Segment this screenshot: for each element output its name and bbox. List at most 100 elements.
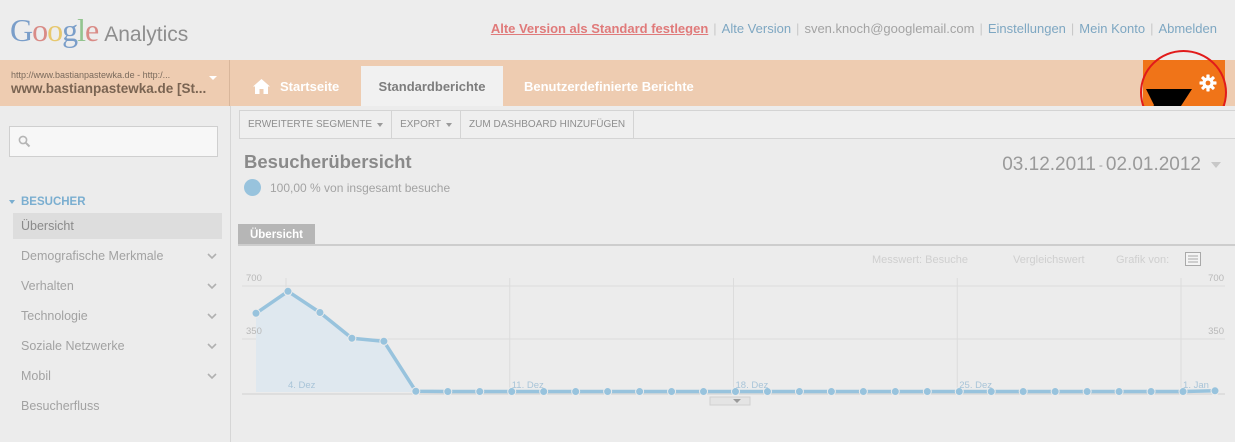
x-tick-label: 1. Jan <box>1183 380 1209 391</box>
logo-letter: G <box>10 12 33 48</box>
profile-dropdown-icon <box>209 76 217 80</box>
sidebar-item-technology[interactable]: Technologie <box>13 303 222 329</box>
logout-link[interactable]: Abmelden <box>1158 21 1217 36</box>
link-separator: | <box>713 21 717 36</box>
link-separator: | <box>1070 21 1075 36</box>
data-point <box>667 387 677 397</box>
profile-url: http://www.bastianpastewka.de - http:/..… <box>11 70 171 80</box>
y-tick-label-left: 700 <box>246 273 262 284</box>
sidebar-item-visitor-flow[interactable]: Besucherfluss <box>13 393 222 419</box>
sidebar-item-overview[interactable]: Übersicht <box>13 213 222 239</box>
dropdown-arrow-icon <box>446 122 453 127</box>
google-analytics-logo[interactable]: Google Analytics <box>10 12 188 48</box>
logo-letter: l <box>77 12 86 48</box>
data-point <box>347 333 357 343</box>
sidebar-item-label: Soziale Netzwerke <box>21 339 125 353</box>
link-separator: | <box>979 21 983 36</box>
tab-custom-reports[interactable]: Benutzerdefinierte Berichte <box>524 66 694 106</box>
chevron-down-icon <box>207 343 217 350</box>
data-point <box>858 387 868 397</box>
data-point <box>1050 387 1060 397</box>
logo-letter: e <box>85 12 99 48</box>
export-button[interactable]: EXPORT <box>392 111 462 138</box>
tab-home[interactable]: Startseite <box>252 66 339 106</box>
data-point <box>475 387 485 397</box>
page-title: Besucherübersicht <box>244 151 412 172</box>
data-point <box>699 387 709 397</box>
sidebar-item-label: Verhalten <box>21 279 74 293</box>
y-tick-label-left: 350 <box>246 326 262 337</box>
tab-home-label: Startseite <box>280 78 340 94</box>
set-old-version-default-link[interactable]: Alte Version als Standard festlegen <box>491 21 708 36</box>
sidebar-item-mobile[interactable]: Mobil <box>13 363 222 389</box>
export-label: EXPORT <box>400 119 442 130</box>
dropdown-arrow-icon <box>377 122 384 127</box>
chevron-down-icon <box>207 283 217 290</box>
data-point <box>1082 387 1092 397</box>
data-point <box>603 387 613 397</box>
search-icon <box>18 135 31 148</box>
data-point <box>1018 387 1028 397</box>
chevron-down-icon <box>207 313 217 320</box>
main-nav-bar: http://www.bastianpastewka.de - http:/..… <box>0 60 1235 106</box>
x-tick-label: 18. Dez <box>736 380 769 391</box>
data-point <box>411 386 421 396</box>
advanced-segments-button[interactable]: ERWEITERTE SEGMENTE <box>240 111 393 138</box>
collapse-triangle-icon <box>9 200 15 204</box>
my-account-link[interactable]: Mein Konto <box>1079 21 1145 36</box>
x-tick-label: 25. Dez <box>959 380 992 391</box>
tab-standard-reports[interactable]: Standardberichte <box>361 66 503 106</box>
date-separator: - <box>1098 158 1103 172</box>
visits-chart: 700 700 350 350 4. Dez 11. Dez 18. Dez 25. Dez 1… <box>242 273 1225 406</box>
sidebar-item-behavior[interactable]: Verhalten <box>13 273 222 299</box>
top-header: Google Analytics Alte Version als Standa… <box>0 0 1235 60</box>
data-point <box>794 387 804 397</box>
analytics-page: Google Analytics Alte Version als Standa… <box>0 0 1235 442</box>
data-point <box>283 286 293 296</box>
advanced-segments-label: ERWEITERTE SEGMENTE <box>248 119 373 130</box>
date-end: 02.01.2012 <box>1105 154 1201 175</box>
sidebar-item-label: Mobil <box>21 369 51 383</box>
chevron-down-icon <box>207 253 217 260</box>
data-point <box>922 387 932 397</box>
profile-selector[interactable]: http://www.bastianpastewka.de - http:/..… <box>0 60 230 106</box>
y-tick-label-right: 350 <box>1208 326 1224 337</box>
data-point <box>571 387 581 397</box>
data-point <box>1146 387 1156 397</box>
date-start: 03.12.2011 <box>1002 154 1096 175</box>
sidebar-section-label: BESUCHER <box>21 196 86 208</box>
x-tick-label: 4. Dez <box>288 380 316 391</box>
sidebar-item-label: Besucherfluss <box>21 399 100 413</box>
date-range-picker[interactable]: 03.12.2011 - 02.01.2012 <box>1002 154 1221 176</box>
sidebar-search-input[interactable] <box>9 126 218 157</box>
segment-summary: 100,00 % von insgesamt besuche <box>244 179 450 196</box>
add-to-dashboard-button[interactable]: ZUM DASHBOARD HINZUFÜGEN <box>461 111 635 138</box>
logo-letter: o <box>47 12 63 48</box>
logo-google-wordmark: Google <box>10 12 99 49</box>
old-version-link[interactable]: Alte Version <box>722 21 791 36</box>
data-point <box>1210 386 1220 396</box>
logo-product-name: Analytics <box>104 23 189 46</box>
settings-link[interactable]: Einstellungen <box>988 21 1066 36</box>
sidebar-item-social[interactable]: Soziale Netzwerke <box>13 333 222 359</box>
home-icon <box>253 78 270 94</box>
data-point <box>890 387 900 397</box>
tab-overview[interactable]: Übersicht <box>238 224 315 245</box>
profile-name: www.bastianpastewka.de [St... <box>11 81 207 96</box>
sidebar-item-demographics[interactable]: Demografische Merkmale <box>13 243 222 269</box>
data-point <box>315 308 325 317</box>
logo-letter: g <box>62 12 78 48</box>
data-point <box>1114 387 1124 397</box>
chevron-down-icon <box>207 373 217 380</box>
link-separator: | <box>796 21 800 36</box>
data-point <box>826 387 836 397</box>
data-point <box>443 387 453 397</box>
sidebar-item-label: Übersicht <box>21 219 74 233</box>
user-email: sven.knoch@googlemail.com <box>804 21 975 36</box>
y-tick-label-right: 700 <box>1208 273 1224 284</box>
account-links: Alte Version als Standard festlegen | Al… <box>491 21 1217 36</box>
series-area <box>256 291 1215 392</box>
x-tick-label: 11. Dez <box>512 380 544 391</box>
data-point <box>251 308 261 318</box>
sidebar-section-visitors[interactable]: BESUCHER <box>9 196 86 208</box>
